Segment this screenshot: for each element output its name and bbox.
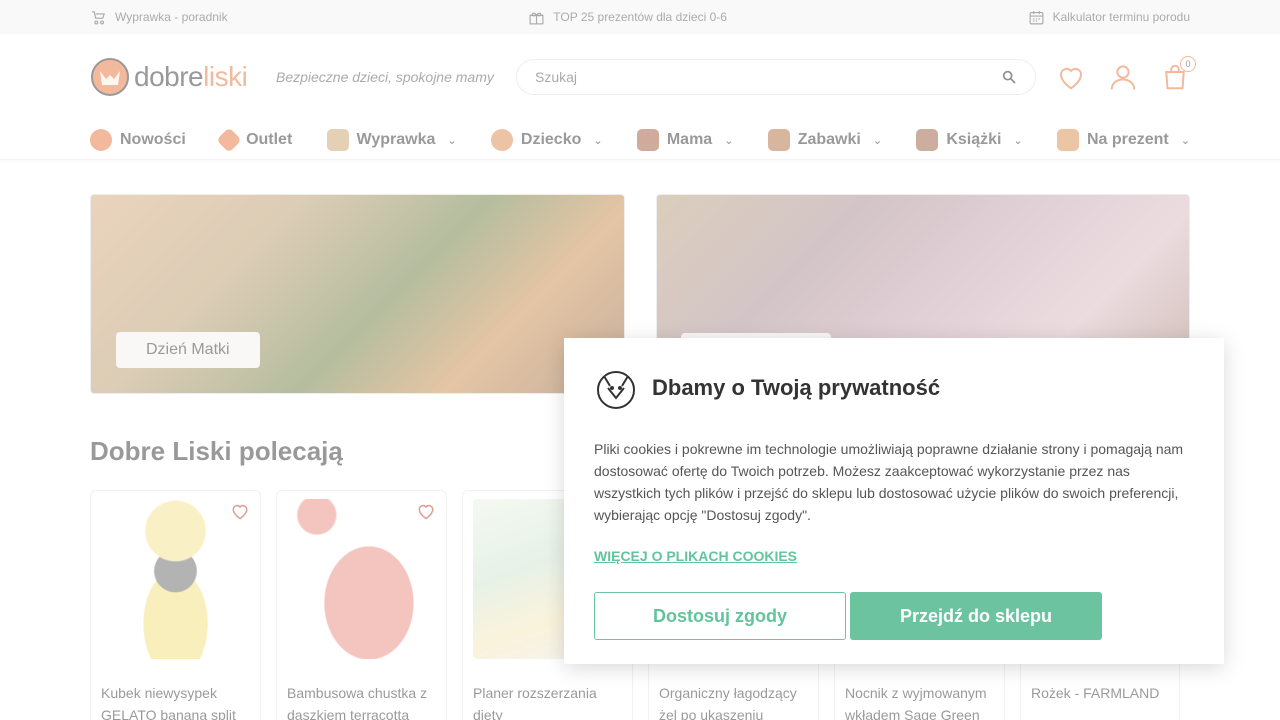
- cookie-title: Dbamy o Twoją prywatność: [652, 375, 941, 400]
- accept-go-to-shop-button[interactable]: Przejdź do sklepu: [850, 592, 1102, 640]
- cookie-body-text: Pliki cookies i pokrewne im technologie …: [594, 441, 1184, 523]
- customize-consent-button[interactable]: Dostosuj zgody: [594, 592, 846, 640]
- fox-icon: [597, 371, 635, 409]
- cookie-consent-dialog: Dbamy o Twoją prywatność Pliki cookies i…: [564, 338, 1224, 664]
- cookies-info-link[interactable]: WIĘCEJ O PLIKACH COOKIES: [594, 548, 797, 564]
